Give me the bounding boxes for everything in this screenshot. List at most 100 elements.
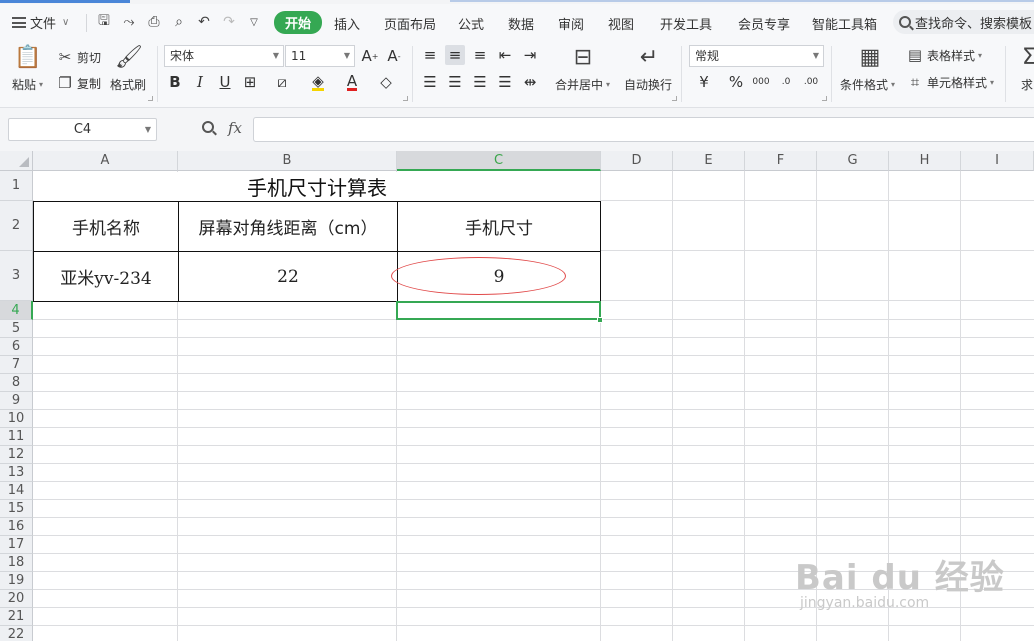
thousands-icon[interactable]: 000 bbox=[751, 72, 771, 92]
column-header-e[interactable]: E bbox=[673, 151, 745, 171]
row-header-7[interactable]: 7 bbox=[0, 356, 33, 374]
decrease-indent-icon[interactable]: ⇤ bbox=[495, 45, 515, 65]
font-dialog-launcher[interactable] bbox=[403, 96, 408, 101]
fill-handle[interactable] bbox=[597, 317, 603, 323]
percent-icon[interactable]: % bbox=[726, 72, 746, 92]
print-preview-icon[interactable]: ⌕ bbox=[170, 13, 188, 31]
cut-button[interactable]: ✂ 剪切 bbox=[56, 48, 101, 66]
bold-icon[interactable]: B bbox=[165, 72, 185, 92]
name-box[interactable]: C4 ▼ bbox=[8, 118, 157, 141]
decrease-decimal-icon[interactable]: .00 bbox=[801, 72, 821, 92]
copy-button[interactable]: ❐ 复制 bbox=[56, 74, 101, 92]
row-header-8[interactable]: 8 bbox=[0, 374, 33, 392]
row-header-2[interactable]: 2 bbox=[0, 201, 33, 251]
tab-member[interactable]: 会员专享 bbox=[738, 14, 790, 33]
undo-icon[interactable]: ↶ bbox=[195, 13, 213, 31]
row-header-19[interactable]: 19 bbox=[0, 572, 33, 590]
file-menu[interactable]: 文件 ∨ bbox=[12, 13, 69, 32]
align-center-icon[interactable]: ☰ bbox=[445, 72, 465, 92]
column-header-g[interactable]: G bbox=[817, 151, 889, 171]
underline-icon[interactable]: U bbox=[215, 72, 235, 92]
row-header-15[interactable]: 15 bbox=[0, 500, 33, 518]
sheet-title[interactable]: 手机尺寸计算表 bbox=[34, 172, 600, 201]
print-icon[interactable]: ⎙ bbox=[145, 13, 163, 31]
row-header-20[interactable]: 20 bbox=[0, 590, 33, 608]
paste-button[interactable]: 粘贴 ▾ bbox=[12, 76, 43, 93]
font-name-select[interactable]: 宋体 ▼ bbox=[164, 45, 284, 67]
merge-center-button[interactable]: 合并居中 ▾ bbox=[555, 76, 610, 93]
cell-style-button[interactable]: ⌗ 单元格样式 ▾ bbox=[906, 73, 994, 91]
cell-a3[interactable]: 亚米yv-234 bbox=[34, 252, 178, 301]
align-right-icon[interactable]: ☰ bbox=[470, 72, 490, 92]
active-cell-c4[interactable] bbox=[396, 301, 601, 320]
font-color-icon[interactable]: A bbox=[342, 72, 362, 92]
fill-color-icon[interactable]: ◈ bbox=[308, 72, 328, 92]
tab-view[interactable]: 视图 bbox=[608, 14, 634, 33]
align-middle-icon[interactable]: ≡ bbox=[445, 45, 465, 65]
tab-formulas[interactable]: 公式 bbox=[458, 14, 484, 33]
increase-decimal-icon[interactable]: .0 bbox=[776, 72, 796, 92]
currency-icon[interactable]: ¥ bbox=[694, 72, 714, 92]
tab-insert[interactable]: 插入 bbox=[334, 14, 360, 33]
column-header-d[interactable]: D bbox=[601, 151, 673, 171]
cell-fill-style-icon[interactable]: ⧄ bbox=[272, 72, 292, 92]
align-left-icon[interactable]: ☰ bbox=[420, 72, 440, 92]
increase-indent-icon[interactable]: ⇥ bbox=[520, 45, 540, 65]
conditional-format-icon[interactable]: ▦ bbox=[857, 44, 883, 70]
row-header-14[interactable]: 14 bbox=[0, 482, 33, 500]
column-header-a[interactable]: A bbox=[33, 151, 178, 171]
row-header-17[interactable]: 17 bbox=[0, 536, 33, 554]
header-diagonal-distance[interactable]: 屏幕对角线距离（cm） bbox=[179, 202, 397, 251]
table-style-button[interactable]: ▤ 表格样式 ▾ bbox=[906, 46, 982, 64]
select-all-corner[interactable] bbox=[0, 151, 33, 171]
row-header-13[interactable]: 13 bbox=[0, 464, 33, 482]
tab-page-layout[interactable]: 页面布局 bbox=[384, 14, 436, 33]
column-header-h[interactable]: H bbox=[889, 151, 961, 171]
distributed-align-icon[interactable]: ⇹ bbox=[520, 72, 540, 92]
header-phone-name[interactable]: 手机名称 bbox=[34, 202, 178, 251]
conditional-format-button[interactable]: 条件格式 ▾ bbox=[840, 76, 895, 93]
fx-icon[interactable]: fx bbox=[228, 119, 242, 137]
alignment-dialog-launcher[interactable] bbox=[672, 96, 677, 101]
row-header-6[interactable]: 6 bbox=[0, 338, 33, 356]
row-header-12[interactable]: 12 bbox=[0, 446, 33, 464]
italic-icon[interactable]: I bbox=[190, 72, 210, 92]
column-header-i[interactable]: I bbox=[961, 151, 1034, 171]
redo-icon[interactable]: ↷ bbox=[220, 13, 238, 31]
wrap-text-icon[interactable]: ↵ bbox=[636, 44, 662, 70]
clear-format-icon[interactable]: ◇ bbox=[376, 72, 396, 92]
decrease-font-icon[interactable]: A- bbox=[384, 46, 404, 66]
tab-review[interactable]: 审阅 bbox=[558, 14, 584, 33]
font-size-select[interactable]: 11 ▼ bbox=[285, 45, 355, 67]
row-header-16[interactable]: 16 bbox=[0, 518, 33, 536]
share-icon[interactable]: ⤳ bbox=[120, 13, 138, 31]
column-header-b[interactable]: B bbox=[178, 151, 397, 171]
align-top-icon[interactable]: ≡ bbox=[420, 45, 440, 65]
increase-font-icon[interactable]: A + bbox=[360, 46, 380, 66]
column-header-f[interactable]: F bbox=[745, 151, 817, 171]
row-header-9[interactable]: 9 bbox=[0, 392, 33, 410]
row-header-4[interactable]: 4 bbox=[0, 301, 33, 320]
number-format-select[interactable]: 常规 ▼ bbox=[689, 45, 824, 67]
sum-button[interactable]: 求 bbox=[1021, 76, 1033, 93]
save-icon[interactable]: 🖫 bbox=[95, 13, 113, 31]
row-header-22[interactable]: 22 bbox=[0, 626, 33, 641]
header-phone-size[interactable]: 手机尺寸 bbox=[398, 202, 600, 251]
column-header-c[interactable]: C bbox=[397, 151, 601, 171]
tab-smart-tools[interactable]: 智能工具箱 bbox=[812, 14, 877, 33]
row-header-21[interactable]: 21 bbox=[0, 608, 33, 626]
number-dialog-launcher[interactable] bbox=[822, 96, 827, 101]
sum-icon[interactable]: Σ bbox=[1016, 44, 1034, 70]
zoom-icon[interactable] bbox=[202, 121, 214, 133]
format-painter-icon[interactable]: 🖌 bbox=[115, 44, 143, 70]
command-search[interactable]: 查找命令、搜索模板 bbox=[893, 10, 1034, 34]
cell-b3[interactable]: 22 bbox=[179, 252, 397, 301]
tab-start[interactable]: 开始 bbox=[274, 11, 323, 34]
wrap-text-button[interactable]: 自动换行 bbox=[624, 76, 672, 93]
formula-input[interactable] bbox=[253, 117, 1034, 142]
merge-center-icon[interactable]: ⊟ bbox=[570, 44, 596, 70]
justify-icon[interactable]: ☰ bbox=[495, 72, 515, 92]
row-header-11[interactable]: 11 bbox=[0, 428, 33, 446]
row-header-3[interactable]: 3 bbox=[0, 251, 33, 301]
row-header-1[interactable]: 1 bbox=[0, 171, 33, 201]
